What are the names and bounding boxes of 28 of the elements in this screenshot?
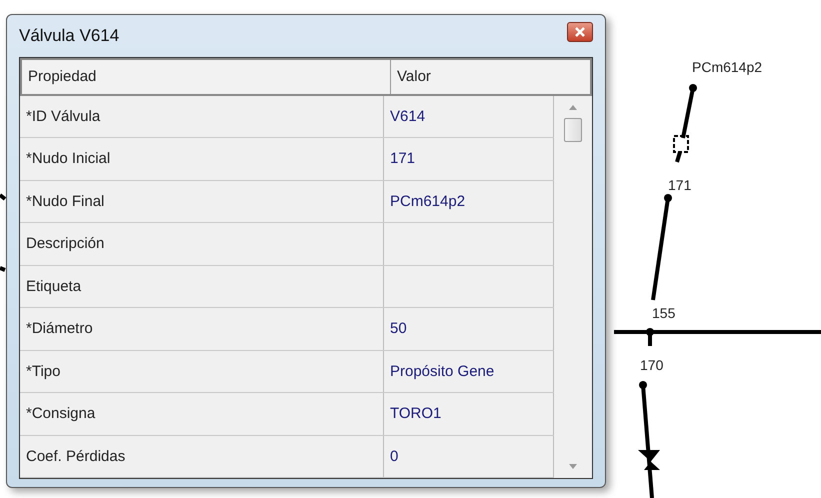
property-value[interactable]: 171 (390, 150, 416, 168)
property-name: Descripción (26, 235, 104, 252)
property-name: *Nudo Inicial (26, 150, 110, 168)
property-value[interactable]: TORO1 (390, 405, 442, 422)
property-value[interactable]: 0 (390, 448, 398, 465)
property-name: *Nudo Final (26, 192, 104, 210)
close-button[interactable] (567, 22, 593, 42)
property-value[interactable]: PCm614p2 (390, 192, 466, 210)
property-name: *Consigna (26, 405, 96, 422)
node-label: 170 (640, 357, 664, 373)
close-icon (574, 26, 586, 38)
scroll-down-icon[interactable] (568, 464, 578, 470)
property-name: Coef. Pérdidas (26, 448, 126, 465)
property-name: *Diámetro (26, 320, 93, 338)
property-value[interactable]: V614 (390, 108, 426, 125)
node-label: 171 (668, 177, 692, 193)
node-label: 155 (652, 305, 676, 321)
column-header[interactable]: Valor (391, 60, 590, 94)
property-name: *ID Válvula (26, 108, 100, 125)
column-header[interactable]: Propiedad (22, 60, 391, 94)
property-value[interactable]: 50 (390, 320, 407, 338)
node-label: PCm614p2 (692, 59, 762, 75)
property-name: *Tipo (26, 362, 60, 380)
scroll-thumb[interactable] (564, 118, 582, 142)
scroll-up-icon[interactable] (568, 104, 578, 110)
property-value[interactable]: Propósito Gene (390, 362, 494, 380)
window-title: Válvula V614 (19, 26, 120, 46)
property-name: Etiqueta (26, 278, 82, 295)
